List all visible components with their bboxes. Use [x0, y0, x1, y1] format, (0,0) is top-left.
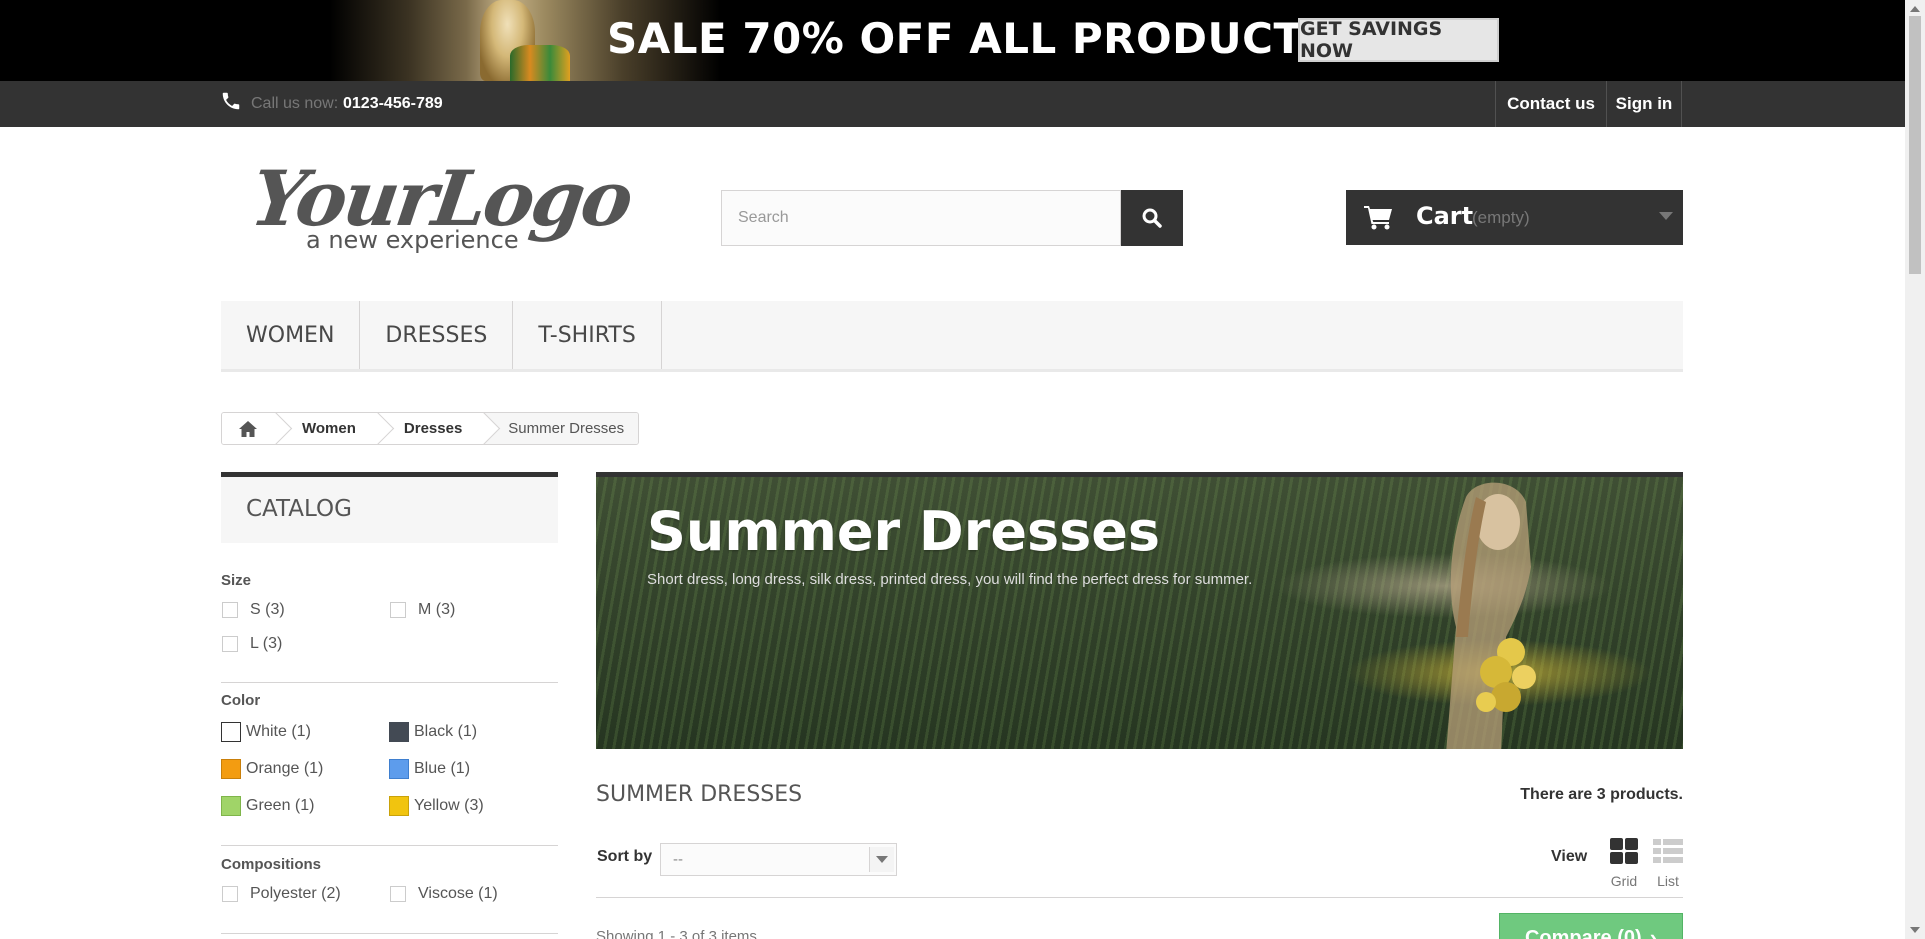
scroll-up-arrow-icon[interactable] — [1910, 6, 1920, 12]
top-nav-bar: Call us now: 0123-456-789 Contact us Sig… — [0, 81, 1905, 127]
color-option-green[interactable]: Green (1) — [221, 796, 314, 816]
menu-item-women[interactable]: Women — [221, 301, 361, 369]
promo-banner[interactable]: SALE 70% OFF ALL PRODUCTS GET SAVINGS NO… — [0, 0, 1905, 81]
viscose-checkbox[interactable] — [390, 886, 406, 902]
color-option-orange[interactable]: Orange (1) — [221, 759, 323, 779]
size-filter-title: Size — [221, 572, 252, 589]
view-label: View — [1551, 848, 1588, 865]
category-banner-title: Summer Dresses — [647, 500, 1161, 563]
filter-divider — [221, 845, 558, 846]
size-option-l[interactable]: L (3) — [222, 635, 282, 653]
promo-headline: SALE 70% OFF ALL PRODUCTS — [607, 14, 1334, 63]
color-swatch-orange[interactable] — [221, 759, 241, 779]
size-l-checkbox[interactable] — [222, 636, 238, 652]
get-savings-button[interactable]: GET SAVINGS NOW — [1298, 18, 1499, 62]
filter-divider — [221, 682, 558, 683]
page-heading: Summer Dresses — [596, 782, 803, 807]
color-option-blue[interactable]: Blue (1) — [389, 759, 470, 779]
scroll-thumb[interactable] — [1909, 16, 1921, 274]
color-swatch-green[interactable] — [221, 796, 241, 816]
sort-select-value: -- — [673, 851, 683, 868]
content-divider — [596, 897, 1683, 898]
shopping-cart-icon — [1364, 206, 1392, 230]
color-black-label: Black (1) — [414, 723, 478, 740]
list-view-button[interactable]: List — [1651, 838, 1685, 889]
menu-item-t-shirts[interactable]: T-shirts — [513, 301, 662, 369]
product-count: There are 3 products. — [1520, 786, 1683, 803]
scroll-down-arrow-icon[interactable] — [1910, 927, 1920, 933]
chevron-right-icon: › — [1649, 925, 1658, 939]
size-m-checkbox[interactable] — [390, 602, 406, 618]
catalog-title: Catalog — [246, 496, 352, 522]
page-scrollbar[interactable] — [1905, 0, 1925, 939]
color-white-label: White (1) — [246, 723, 311, 740]
grid-icon — [1610, 838, 1638, 864]
polyester-checkbox[interactable] — [222, 886, 238, 902]
grid-view-button[interactable]: Grid — [1607, 838, 1641, 889]
search-input[interactable] — [721, 190, 1121, 246]
sign-in-link[interactable]: Sign in — [1606, 81, 1682, 127]
chevron-down-icon — [869, 847, 894, 872]
catalog-block: Catalog — [221, 472, 558, 543]
color-swatch-yellow[interactable] — [389, 796, 409, 816]
call-us-label: Call us now: — [251, 95, 339, 112]
category-description: Short dress, long dress, silk dress, pri… — [647, 571, 1253, 588]
home-icon — [239, 420, 257, 437]
color-green-label: Green (1) — [246, 797, 315, 814]
showing-items-text: Showing 1 - 3 of 3 items — [596, 928, 757, 939]
size-s-checkbox[interactable] — [222, 602, 238, 618]
grid-view-label: Grid — [1610, 873, 1638, 889]
cart-status: (empty) — [1472, 208, 1530, 227]
color-yellow-label: Yellow (3) — [414, 797, 484, 814]
menu-item-dresses[interactable]: Dresses — [360, 301, 514, 369]
color-swatch-blue[interactable] — [389, 759, 409, 779]
site-logo[interactable]: YourLogo a new experience — [246, 154, 636, 258]
size-option-s[interactable]: S (3) — [222, 601, 285, 619]
composition-option-viscose[interactable]: Viscose (1) — [390, 885, 498, 903]
logo-tagline: a new experience — [306, 226, 519, 254]
cart-label: Cart — [1416, 202, 1474, 230]
color-orange-label: Orange (1) — [246, 760, 324, 777]
polyester-label: Polyester (2) — [250, 885, 341, 902]
phone-icon — [222, 92, 240, 110]
size-l-label: L (3) — [250, 635, 283, 652]
size-s-label: S (3) — [250, 601, 285, 618]
compositions-filter-title: Compositions — [221, 856, 321, 873]
breadcrumb: Women Dresses Summer Dresses — [221, 412, 640, 445]
size-option-m[interactable]: M (3) — [390, 601, 455, 619]
category-banner: Summer Dresses Short dress, long dress, … — [596, 472, 1683, 749]
size-m-label: M (3) — [418, 601, 456, 618]
compare-button[interactable]: Compare (0) › — [1499, 913, 1683, 939]
search-button[interactable] — [1121, 190, 1183, 246]
model-figure-image — [1446, 482, 1536, 749]
composition-option-polyester[interactable]: Polyester (2) — [222, 885, 341, 903]
sort-by-label: Sort by — [597, 848, 653, 865]
sort-select[interactable]: -- — [660, 843, 897, 876]
chevron-down-icon — [1659, 212, 1673, 220]
breadcrumb-current: Summer Dresses — [482, 413, 639, 444]
color-swatch-black[interactable] — [389, 722, 409, 742]
color-option-yellow[interactable]: Yellow (3) — [389, 796, 484, 816]
cart-button[interactable]: Cart (empty) — [1346, 190, 1683, 245]
color-swatch-white[interactable] — [221, 722, 241, 742]
color-filter-title: Color — [221, 692, 261, 709]
color-option-white[interactable]: White (1) — [221, 722, 311, 742]
search-icon — [1142, 208, 1162, 228]
compare-label: Compare (0) — [1524, 926, 1642, 939]
list-view-label: List — [1657, 873, 1679, 889]
filter-divider — [221, 933, 558, 934]
list-icon — [1653, 839, 1683, 863]
contact-us-link[interactable]: Contact us — [1495, 81, 1606, 127]
color-option-black[interactable]: Black (1) — [389, 722, 477, 742]
viscose-label: Viscose (1) — [418, 885, 498, 902]
main-menu: Women Dresses T-shirts — [221, 301, 1683, 372]
color-blue-label: Blue (1) — [414, 760, 471, 777]
phone-number: 0123-456-789 — [343, 95, 443, 112]
